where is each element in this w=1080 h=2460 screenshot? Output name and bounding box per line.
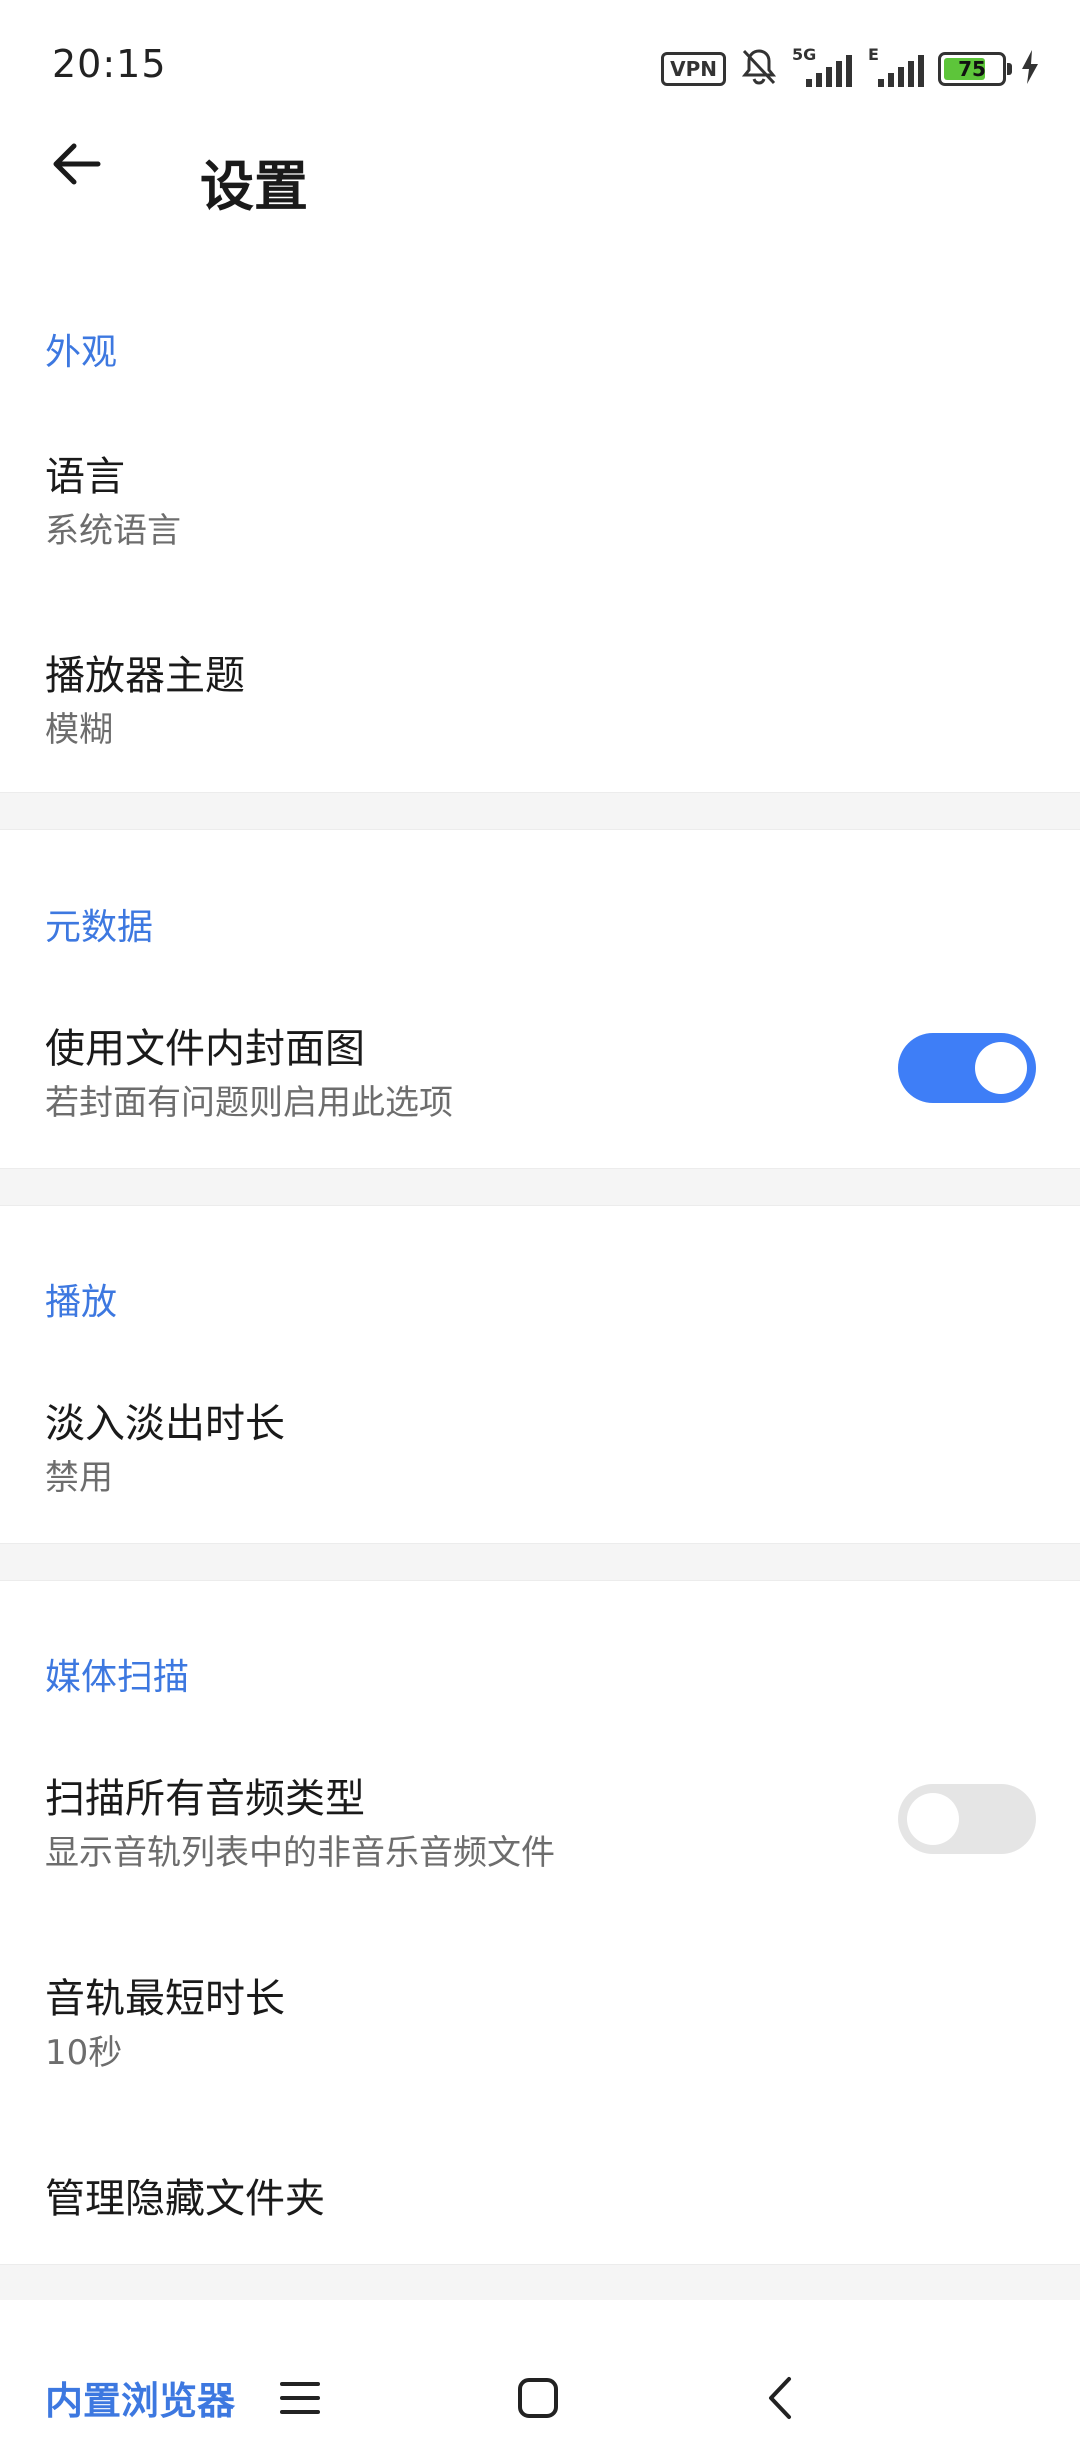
- vpn-icon: VPN: [661, 52, 726, 86]
- status-icons: VPN 5G E 75: [661, 45, 1040, 92]
- arrow-left-icon: [53, 143, 101, 185]
- setting-scan-all-audio-title: 扫描所有音频类型: [45, 1776, 365, 1822]
- chevron-left-icon: [769, 2377, 791, 2419]
- setting-hidden-folders[interactable]: 管理隐藏文件夹: [0, 2130, 1080, 2260]
- signal-e-icon: E: [868, 45, 924, 89]
- scan-all-audio-toggle[interactable]: [898, 1784, 1036, 1854]
- section-divider: [0, 1543, 1080, 1581]
- charging-icon: [1020, 50, 1040, 88]
- status-bar: 20:15 VPN 5G E 75: [0, 0, 1080, 135]
- battery-level: 75: [958, 57, 986, 81]
- setting-min-track-duration-title: 音轨最短时长: [45, 1976, 285, 2022]
- home-square-icon: [518, 2378, 558, 2418]
- setting-player-theme-value: 模糊: [45, 710, 113, 750]
- section-divider: [0, 1168, 1080, 1206]
- setting-player-theme-title: 播放器主题: [45, 653, 245, 699]
- nav-back-button[interactable]: [750, 2368, 810, 2428]
- section-header-metadata: 元数据: [45, 907, 154, 948]
- toggle-knob: [975, 1042, 1027, 1094]
- setting-crossfade-value: 禁用: [45, 1458, 113, 1498]
- setting-crossfade-title: 淡入淡出时长: [45, 1401, 285, 1447]
- setting-language-value: 系统语言: [45, 511, 181, 551]
- setting-player-theme[interactable]: 播放器主题 模糊: [0, 600, 1080, 780]
- toggle-knob: [907, 1793, 959, 1845]
- setting-scan-all-audio-sub: 显示音轨列表中的非音乐音频文件: [45, 1833, 555, 1873]
- setting-embedded-cover-title: 使用文件内封面图: [45, 1026, 365, 1072]
- section-divider: [0, 2264, 1080, 2302]
- page-title: 设置: [200, 155, 308, 218]
- section-header-playback: 播放: [45, 1282, 118, 1323]
- nav-home-button[interactable]: [508, 2368, 568, 2428]
- section-header-appearance: 外观: [45, 332, 118, 373]
- back-button[interactable]: [40, 128, 112, 200]
- setting-embedded-cover-sub: 若封面有问题则启用此选项: [45, 1083, 453, 1123]
- setting-language-title: 语言: [45, 454, 125, 500]
- section-header-media-scan: 媒体扫描: [45, 1657, 190, 1698]
- setting-min-track-duration[interactable]: 音轨最短时长 10秒: [0, 1930, 1080, 2110]
- setting-crossfade[interactable]: 淡入淡出时长 禁用: [0, 1355, 1080, 1535]
- embedded-cover-toggle[interactable]: [898, 1033, 1036, 1103]
- signal-5g-icon: 5G: [792, 45, 854, 89]
- setting-language[interactable]: 语言 系统语言: [0, 400, 1080, 580]
- section-divider: [0, 792, 1080, 830]
- setting-min-track-duration-value: 10秒: [45, 2033, 123, 2073]
- setting-hidden-folders-title: 管理隐藏文件夹: [45, 2176, 325, 2222]
- menu-icon: [280, 2382, 320, 2414]
- battery-cap: [1007, 63, 1012, 75]
- status-time: 20:15: [52, 42, 167, 86]
- battery-icon: 75: [938, 52, 1012, 86]
- section-header-builtin-browser: 内置浏览器: [45, 2379, 236, 2423]
- nav-menu-button[interactable]: [270, 2368, 330, 2428]
- bell-muted-icon: [740, 47, 778, 91]
